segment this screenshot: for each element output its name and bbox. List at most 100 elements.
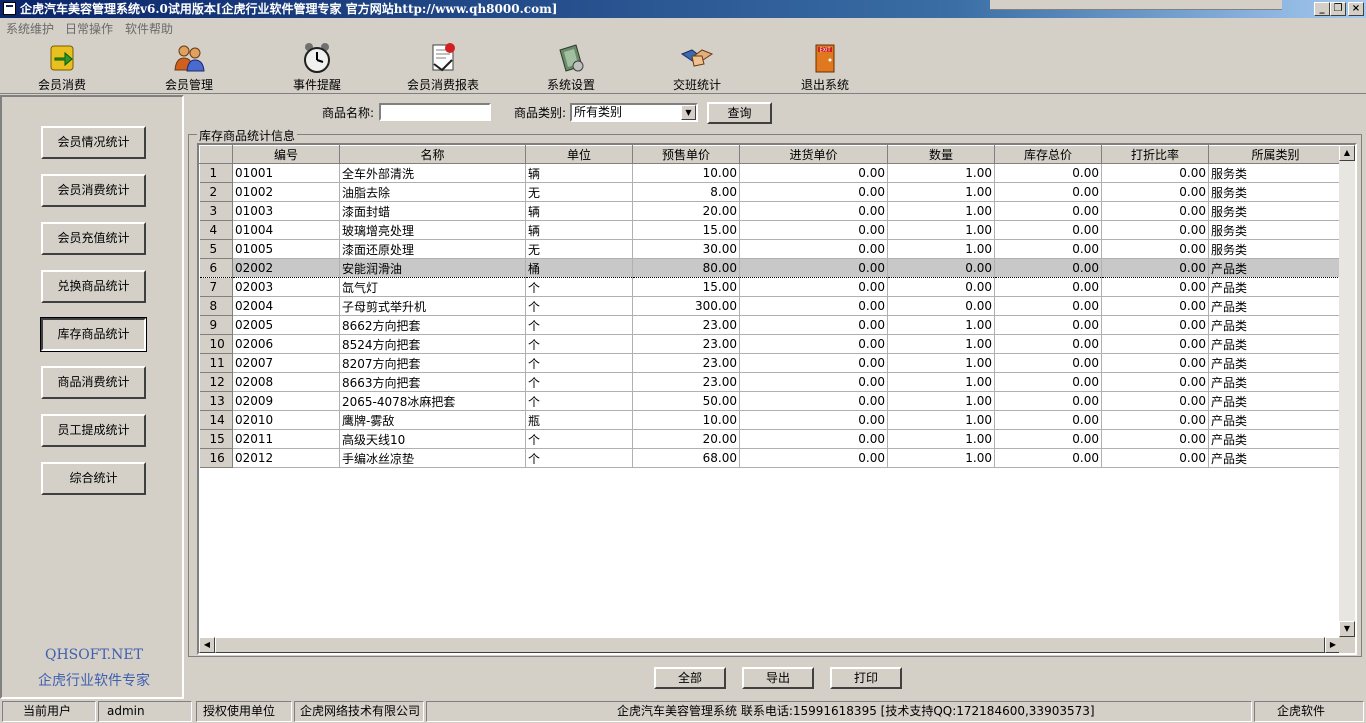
nav-exchange-goods-stats[interactable]: 兑换商品统计 bbox=[41, 270, 146, 303]
table-row[interactable]: 9 02005 8662方向把套个 23.00 0.00 1.00 0.00 0.00 产品类 bbox=[199, 315, 1343, 335]
row-number[interactable]: 9 bbox=[199, 315, 233, 335]
table-cell[interactable]: 0.00 bbox=[1101, 258, 1209, 278]
table-cell[interactable]: 安能润滑油 bbox=[339, 258, 526, 278]
query-button[interactable]: 查询 bbox=[707, 102, 772, 124]
table-row[interactable]: 2 01002 油脂去除无 8.00 0.00 1.00 0.00 0.00 服务类 bbox=[199, 182, 1343, 202]
scroll-up-icon[interactable]: ▲ bbox=[1339, 145, 1355, 161]
table-cell[interactable]: 0.00 bbox=[1101, 163, 1209, 183]
table-cell[interactable]: 0.00 bbox=[994, 315, 1102, 335]
column-header[interactable]: 编号 bbox=[232, 145, 340, 164]
table-cell[interactable]: 10.00 bbox=[632, 163, 740, 183]
table-cell[interactable]: 0.00 bbox=[739, 220, 888, 240]
table-cell[interactable]: 8663方向把套 bbox=[339, 372, 526, 392]
table-cell[interactable]: 产品类 bbox=[1208, 296, 1343, 316]
table-cell[interactable]: 0.00 bbox=[994, 163, 1102, 183]
column-header[interactable]: 数量 bbox=[887, 145, 995, 164]
row-number[interactable]: 8 bbox=[199, 296, 233, 316]
table-cell[interactable]: 高级天线10 bbox=[339, 429, 526, 449]
table-cell[interactable]: 02003 bbox=[232, 277, 340, 297]
table-cell[interactable]: 产品类 bbox=[1208, 429, 1343, 449]
horizontal-scroll-thumb[interactable] bbox=[215, 637, 1325, 653]
menu-system-maintenance[interactable]: 系统维护 bbox=[6, 20, 54, 37]
toolbar-member-consumption[interactable]: 会员消费 bbox=[12, 40, 112, 92]
table-cell[interactable]: 02012 bbox=[232, 448, 340, 468]
table-cell[interactable]: 20.00 bbox=[632, 201, 740, 221]
table-cell[interactable]: 0.00 bbox=[1101, 353, 1209, 373]
table-cell[interactable]: 0.00 bbox=[994, 429, 1102, 449]
table-cell[interactable]: 0.00 bbox=[1101, 277, 1209, 297]
table-cell[interactable]: 8662方向把套 bbox=[339, 315, 526, 335]
table-cell[interactable]: 300.00 bbox=[632, 296, 740, 316]
table-row[interactable]: 11 02007 8207方向把套个 23.00 0.00 1.00 0.00 0.00 产品类 bbox=[199, 353, 1343, 373]
column-header[interactable]: 库存总价 bbox=[994, 145, 1102, 164]
table-cell[interactable]: 0.00 bbox=[994, 410, 1102, 430]
table-cell[interactable]: 鹰牌-雾敌 bbox=[339, 410, 526, 430]
table-cell[interactable]: 2065-4078冰麻把套 bbox=[339, 391, 526, 411]
table-cell[interactable]: 1.00 bbox=[887, 220, 995, 240]
table-cell[interactable]: 0.00 bbox=[739, 182, 888, 202]
table-cell[interactable]: 68.00 bbox=[632, 448, 740, 468]
vertical-scrollbar[interactable]: ▲ ▼ bbox=[1339, 145, 1355, 637]
table-cell[interactable]: 个 bbox=[525, 353, 633, 373]
row-number[interactable]: 6 bbox=[199, 258, 233, 278]
toolbar-consumption-report[interactable]: 会员消费报表 bbox=[393, 40, 493, 92]
table-cell[interactable]: 0.00 bbox=[887, 258, 995, 278]
table-cell[interactable]: 01002 bbox=[232, 182, 340, 202]
row-number[interactable]: 12 bbox=[199, 372, 233, 392]
scroll-down-icon[interactable]: ▼ bbox=[1339, 621, 1355, 637]
table-cell[interactable]: 01001 bbox=[232, 163, 340, 183]
table-cell[interactable]: 子母剪式举升机 bbox=[339, 296, 526, 316]
table-cell[interactable]: 50.00 bbox=[632, 391, 740, 411]
table-row[interactable]: 14 02010 鹰牌-雾敌瓶 10.00 0.00 1.00 0.00 0.00 产品类 bbox=[199, 410, 1343, 430]
row-number[interactable]: 4 bbox=[199, 220, 233, 240]
table-cell[interactable]: 手编冰丝凉垫 bbox=[339, 448, 526, 468]
column-header[interactable]: 进货单价 bbox=[739, 145, 888, 164]
table-cell[interactable]: 个 bbox=[525, 334, 633, 354]
table-cell[interactable]: 服务类 bbox=[1208, 220, 1343, 240]
table-cell[interactable]: 0.00 bbox=[994, 201, 1102, 221]
table-cell[interactable]: 02008 bbox=[232, 372, 340, 392]
export-button[interactable]: 导出 bbox=[742, 667, 814, 689]
table-cell[interactable]: 无 bbox=[525, 239, 633, 259]
table-cell[interactable]: 1.00 bbox=[887, 239, 995, 259]
table-cell[interactable]: 产品类 bbox=[1208, 315, 1343, 335]
table-cell[interactable]: 无 bbox=[525, 182, 633, 202]
row-number[interactable]: 3 bbox=[199, 201, 233, 221]
inventory-grid[interactable]: 编号 名称 单位 预售单价 进货单价 数量 库存总价 打折比率 所属类别 1 01… bbox=[197, 143, 1357, 655]
row-number[interactable]: 11 bbox=[199, 353, 233, 373]
table-cell[interactable]: 0.00 bbox=[1101, 315, 1209, 335]
nav-goods-consumption-stats[interactable]: 商品消费统计 bbox=[41, 366, 146, 399]
table-cell[interactable]: 1.00 bbox=[887, 163, 995, 183]
table-cell[interactable]: 8207方向把套 bbox=[339, 353, 526, 373]
row-number[interactable]: 10 bbox=[199, 334, 233, 354]
table-cell[interactable]: 02004 bbox=[232, 296, 340, 316]
table-cell[interactable]: 产品类 bbox=[1208, 334, 1343, 354]
chevron-down-icon[interactable]: ▼ bbox=[681, 105, 696, 120]
table-row[interactable]: 1 01001 全车外部清洗辆 10.00 0.00 1.00 0.00 0.00 服务类 bbox=[199, 163, 1343, 183]
scroll-left-icon[interactable]: ◀ bbox=[199, 637, 215, 653]
toolbar-shift-statistics[interactable]: 交班统计 bbox=[647, 40, 747, 92]
show-all-button[interactable]: 全部 bbox=[654, 667, 726, 689]
toolbar-member-management[interactable]: 会员管理 bbox=[139, 40, 239, 92]
table-row[interactable]: 10 02006 8524方向把套个 23.00 0.00 1.00 0.00 0.00 产品类 bbox=[199, 334, 1343, 354]
nav-inventory-goods-stats[interactable]: 库存商品统计 bbox=[40, 317, 147, 352]
table-cell[interactable]: 0.00 bbox=[739, 258, 888, 278]
table-cell[interactable]: 服务类 bbox=[1208, 239, 1343, 259]
table-cell[interactable]: 产品类 bbox=[1208, 391, 1343, 411]
table-cell[interactable]: 桶 bbox=[525, 258, 633, 278]
table-cell[interactable]: 01005 bbox=[232, 239, 340, 259]
table-cell[interactable]: 1.00 bbox=[887, 315, 995, 335]
column-header[interactable]: 单位 bbox=[525, 145, 633, 164]
table-cell[interactable]: 服务类 bbox=[1208, 163, 1343, 183]
row-number[interactable]: 7 bbox=[199, 277, 233, 297]
table-cell[interactable]: 0.00 bbox=[1101, 429, 1209, 449]
nav-member-status-stats[interactable]: 会员情况统计 bbox=[41, 126, 146, 159]
horizontal-scrollbar[interactable]: ◀ ▶ bbox=[199, 637, 1341, 653]
table-cell[interactable]: 0.00 bbox=[887, 277, 995, 297]
table-cell[interactable]: 个 bbox=[525, 391, 633, 411]
table-cell[interactable]: 0.00 bbox=[739, 429, 888, 449]
table-cell[interactable]: 0.00 bbox=[994, 296, 1102, 316]
table-cell[interactable]: 个 bbox=[525, 277, 633, 297]
print-button[interactable]: 打印 bbox=[830, 667, 902, 689]
table-cell[interactable]: 0.00 bbox=[1101, 296, 1209, 316]
